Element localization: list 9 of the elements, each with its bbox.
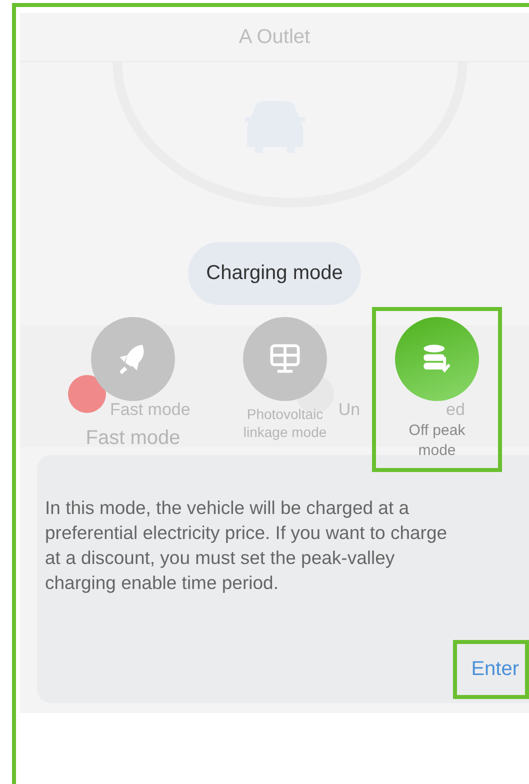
dialog-title: Charging mode (188, 242, 361, 305)
mode-label: Fast mode (84, 426, 182, 451)
mode-description: In this mode, the vehicle will be charged at a preferential electricity price. If you want to charge at a discount, you must set the peak-valley charging enable time period. (45, 496, 448, 595)
background-label: Un (338, 401, 360, 419)
mode-label: Photovoltaic linkage mode (242, 405, 328, 442)
enter-button[interactable]: Enter (453, 640, 529, 699)
mode-label: Off peak mode (408, 421, 466, 460)
background-label: Fast mode (110, 401, 190, 419)
background-label: ed (446, 401, 465, 419)
